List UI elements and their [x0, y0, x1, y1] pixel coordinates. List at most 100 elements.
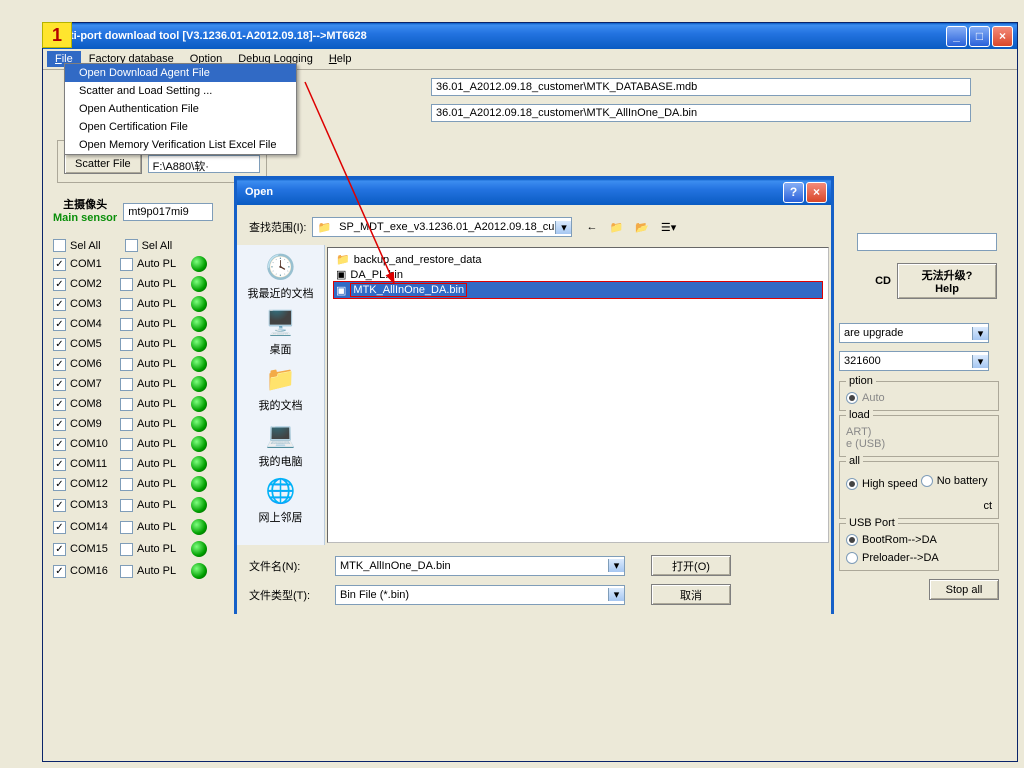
status-led-icon [191, 541, 207, 557]
place-icon: 🖥️ [265, 307, 297, 339]
file-menu-open-authentication-file[interactable]: Open Authentication File [65, 100, 296, 118]
places-sidebar: 🕓我最近的文档 🖥️桌面 📁我的文档 💻我的电脑 🌐网上邻居 [237, 245, 325, 545]
folder-icon: 📁 [336, 253, 350, 266]
filetype-combobox[interactable]: Bin File (*.bin)▾ [335, 585, 625, 605]
sensor-value-field[interactable]: mt9p017mi9 [123, 203, 213, 221]
sensor-label-en: Main sensor [53, 212, 117, 225]
file-menu-scatter-and-load-setting-[interactable]: Scatter and Load Setting ... [65, 82, 296, 100]
back-icon[interactable]: ← [586, 221, 597, 233]
open-button[interactable]: 打开(O) [651, 555, 731, 576]
file-item[interactable]: ▣DA_PL.bin [334, 267, 822, 282]
com-checkbox[interactable]: ✓COM12 [53, 478, 112, 491]
auto-checkbox[interactable]: Auto PL [120, 318, 183, 331]
com-checkbox[interactable]: ✓COM2 [53, 278, 112, 291]
file-item[interactable]: ▣MTK_AllInOne_DA.bin [334, 282, 822, 298]
com-checkbox[interactable]: ✓COM16 [53, 565, 112, 578]
auto-checkbox[interactable]: Auto PL [120, 478, 183, 491]
new-folder-icon[interactable]: 📂 [635, 221, 649, 234]
places-1[interactable]: 🖥️桌面 [265, 307, 297, 357]
nobattery-radio[interactable]: No battery [921, 475, 988, 487]
select-all-2[interactable]: Sel All [125, 239, 173, 252]
auto-checkbox[interactable]: Auto PL [120, 278, 183, 291]
place-icon: 🌐 [265, 475, 297, 507]
da-path-field[interactable]: 36.01_A2012.09.18_customer\MTK_AllInOne_… [431, 104, 971, 122]
maximize-button[interactable]: □ [969, 26, 990, 47]
close-button[interactable]: × [992, 26, 1013, 47]
auto-checkbox[interactable]: Auto PL [120, 458, 183, 471]
com-checkbox[interactable]: ✓COM9 [53, 418, 112, 431]
top-path-field[interactable] [857, 233, 997, 251]
dialog-close-button[interactable]: × [806, 182, 827, 203]
places-4[interactable]: 🌐网上邻居 [259, 475, 303, 525]
com-checkbox[interactable]: ✓COM7 [53, 378, 112, 391]
cancel-button[interactable]: 取消 [651, 584, 731, 605]
cd-label: CD [875, 275, 891, 287]
up-folder-icon[interactable]: 📁 [609, 221, 623, 234]
places-0[interactable]: 🕓我最近的文档 [248, 251, 314, 301]
com-checkbox[interactable]: ✓COM5 [53, 338, 112, 351]
scatter-file-button[interactable]: Scatter File [64, 153, 142, 174]
com-checkbox[interactable]: ✓COM13 [53, 499, 112, 512]
auto-checkbox[interactable]: Auto PL [120, 438, 183, 451]
file-menu-open-memory-verification-list-excel-file[interactable]: Open Memory Verification List Excel File [65, 136, 296, 154]
com-checkbox[interactable]: ✓COM11 [53, 458, 112, 471]
com-checkbox[interactable]: ✓COM8 [53, 398, 112, 411]
com-checkbox[interactable]: ✓COM1 [53, 258, 112, 271]
type-combobox[interactable]: are upgrade▾ [839, 323, 989, 343]
com-checkbox[interactable]: ✓COM6 [53, 358, 112, 371]
com-checkbox[interactable]: ✓COM14 [53, 521, 112, 534]
lookin-combobox[interactable]: 📁SP_MDT_exe_v3.1236.01_A2012.09.18_cu▾ [312, 217, 572, 237]
view-menu-icon[interactable]: ☰▾ [661, 221, 676, 234]
main-titlebar[interactable]: Multi-port download tool [V3.1236.01-A20… [43, 23, 1017, 49]
select-all-1[interactable]: Sel All [53, 239, 101, 252]
auto-checkbox[interactable]: Auto PL [120, 521, 183, 534]
com-checkbox[interactable]: ✓COM4 [53, 318, 112, 331]
com-checkbox[interactable]: ✓COM3 [53, 298, 112, 311]
place-icon: 🕓 [265, 251, 297, 283]
scatter-file-field[interactable]: F:\A880\软· [148, 155, 260, 173]
places-3[interactable]: 💻我的电脑 [259, 419, 303, 469]
auto-checkbox[interactable]: Auto PL [120, 378, 183, 391]
file-list[interactable]: 📁backup_and_restore_data▣DA_PL.bin▣MTK_A… [327, 247, 829, 543]
places-2[interactable]: 📁我的文档 [259, 363, 303, 413]
help-button[interactable]: 无法升级? Help [897, 263, 997, 299]
highspeed-radio[interactable]: High speed [846, 478, 918, 490]
status-led-icon [191, 456, 207, 472]
file-item[interactable]: 📁backup_and_restore_data [334, 252, 822, 267]
option-auto-radio: Auto [846, 392, 885, 404]
usb-bootrom-radio[interactable]: BootRom-->DA [846, 534, 992, 546]
auto-checkbox[interactable]: Auto PL [120, 543, 183, 556]
auto-checkbox[interactable]: Auto PL [120, 338, 183, 351]
minimize-button[interactable]: _ [946, 26, 967, 47]
status-led-icon [191, 316, 207, 332]
all-group-title: all [846, 455, 863, 467]
filename-field[interactable]: MTK_AllInOne_DA.bin▾ [335, 556, 625, 576]
com-checkbox[interactable]: ✓COM10 [53, 438, 112, 451]
open-dialog-titlebar[interactable]: Open ? × [237, 179, 831, 205]
file-menu-open-certification-file[interactable]: Open Certification File [65, 118, 296, 136]
status-led-icon [191, 519, 207, 535]
auto-checkbox[interactable]: Auto PL [120, 499, 183, 512]
dialog-help-button[interactable]: ? [783, 182, 804, 203]
com-checkbox[interactable]: ✓COM15 [53, 543, 112, 556]
file-icon: ▣ [336, 268, 346, 281]
file-menu-open-download-agent-file[interactable]: Open Download Agent File [65, 64, 296, 82]
status-led-icon [191, 396, 207, 412]
menu-help[interactable]: Help [321, 51, 360, 67]
main-title: Multi-port download tool [V3.1236.01-A20… [47, 30, 946, 42]
auto-checkbox[interactable]: Auto PL [120, 358, 183, 371]
file-menu-dropdown: Open Download Agent FileScatter and Load… [64, 63, 297, 155]
baud-combobox[interactable]: 321600▾ [839, 351, 989, 371]
status-led-icon [191, 497, 207, 513]
stop-all-button[interactable]: Stop all [929, 579, 999, 600]
auto-checkbox[interactable]: Auto PL [120, 565, 183, 578]
auto-checkbox[interactable]: Auto PL [120, 298, 183, 311]
auto-checkbox[interactable]: Auto PL [120, 398, 183, 411]
db-path-field[interactable]: 36.01_A2012.09.18_customer\MTK_DATABASE.… [431, 78, 971, 96]
usb-preloader-radio[interactable]: Preloader-->DA [846, 552, 992, 564]
place-icon: 💻 [265, 419, 297, 451]
right-panel: are upgrade▾ 321600▾ ption Auto load ART… [839, 323, 999, 600]
auto-checkbox[interactable]: Auto PL [120, 418, 183, 431]
status-led-icon [191, 356, 207, 372]
auto-checkbox[interactable]: Auto PL [120, 258, 183, 271]
